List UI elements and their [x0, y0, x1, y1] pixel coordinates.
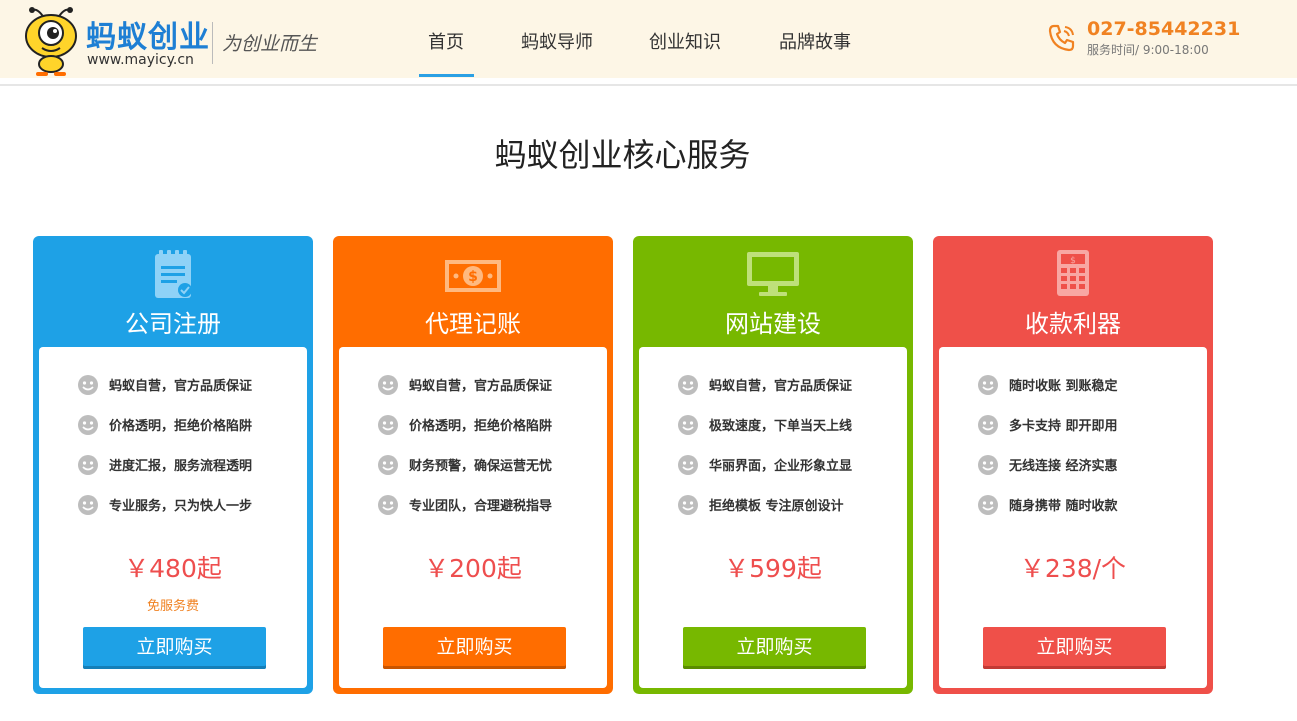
- smiley-icon: [978, 375, 998, 395]
- smiley-icon: [678, 455, 698, 475]
- money-icon: $: [445, 260, 501, 292]
- smiley-icon: [78, 455, 98, 475]
- smiley-icon: [678, 375, 698, 395]
- smiley-icon: [78, 415, 98, 435]
- nav-item-mentors[interactable]: 蚂蚁导师: [521, 28, 593, 54]
- buy-button[interactable]: 立即购买: [683, 627, 866, 669]
- feature-text: 拒绝模板 专注原创设计: [709, 499, 844, 514]
- monitor-icon: [747, 252, 799, 296]
- smiley-icon: [78, 375, 98, 395]
- card-title: 收款利器: [1025, 310, 1121, 338]
- smiley-icon: [978, 495, 998, 515]
- card-title: 代理记账: [425, 310, 521, 338]
- feature-text: 价格透明，拒绝价格陷阱: [409, 419, 553, 434]
- service-card-payment-terminal: $ 收款利器 随时收账 到账稳定 多卡支持 即开即用 无线连接 经济实惠 随身携…: [933, 236, 1213, 694]
- card-body: 随时收账 到账稳定 多卡支持 即开即用 无线连接 经济实惠 随身携带 随时收款 …: [939, 347, 1207, 688]
- feature-text: 蚂蚁自营，官方品质保证: [109, 379, 253, 394]
- feature-text: 无线连接 经济实惠: [1009, 459, 1118, 474]
- feature-text: 极致速度，下单当天上线: [709, 419, 853, 434]
- feature-text: 价格透明，拒绝价格陷阱: [109, 419, 253, 434]
- phone-number: 027-85442231: [1087, 18, 1241, 40]
- price-note: 免服务费: [146, 599, 199, 614]
- service-hours: 服务时间/ 9:00-18:00: [1087, 43, 1209, 57]
- logo-divider: [212, 22, 213, 64]
- feature-text: 多卡支持 即开即用: [1009, 419, 1118, 434]
- ant-mascot-icon: [25, 7, 77, 76]
- site-header: 蚂蚁创业 www.mayicy.cn 为创业而生 首页 蚂蚁导师 创业知识 品牌…: [0, 0, 1297, 78]
- feature-text: 蚂蚁自营，官方品质保证: [409, 379, 553, 394]
- calculator-icon: $: [1057, 250, 1089, 296]
- buy-button[interactable]: 立即购买: [83, 627, 266, 669]
- feature-text: 华丽界面，企业形象立显: [709, 459, 853, 474]
- buy-button[interactable]: 立即购买: [383, 627, 566, 669]
- section-title: 蚂蚁创业核心服务: [494, 136, 751, 174]
- svg-text:$: $: [1070, 256, 1076, 266]
- nav-item-home[interactable]: 首页: [428, 28, 464, 54]
- card-title: 公司注册: [125, 310, 221, 338]
- feature-text: 专业团队，合理避税指导: [409, 499, 553, 514]
- feature-text: 随时收账 到账稳定: [1009, 379, 1118, 394]
- card-body: 蚂蚁自营，官方品质保证 价格透明，拒绝价格陷阱 财务预警，确保运营无忧 专业团队…: [339, 347, 607, 688]
- card-body: 蚂蚁自营，官方品质保证 价格透明，拒绝价格陷阱 进度汇报，服务流程透明 专业服务…: [39, 347, 307, 688]
- smiley-icon: [378, 415, 398, 435]
- slogan: 为创业而生: [222, 33, 318, 55]
- smiley-icon: [678, 415, 698, 435]
- smiley-icon: [78, 495, 98, 515]
- smiley-icon: [378, 495, 398, 515]
- logo-name: 蚂蚁创业: [86, 20, 210, 55]
- feature-text: 随身携带 随时收款: [1009, 499, 1118, 514]
- nav-item-brand-story[interactable]: 品牌故事: [779, 28, 851, 54]
- phone-icon: [1048, 24, 1075, 52]
- feature-text: 蚂蚁自营，官方品质保证: [709, 379, 853, 394]
- smiley-icon: [378, 455, 398, 475]
- price: ￥200起: [424, 554, 522, 583]
- smiley-icon: [678, 495, 698, 515]
- price: ￥238/个: [1019, 554, 1127, 583]
- feature-text: 专业服务，只为快人一步: [109, 499, 253, 514]
- buy-button[interactable]: 立即购买: [983, 627, 1166, 669]
- feature-text: 财务预警，确保运营无忧: [409, 459, 553, 474]
- smiley-icon: [978, 455, 998, 475]
- site-logo[interactable]: 蚂蚁创业 www.mayicy.cn: [22, 6, 222, 76]
- clipboard-icon: [155, 250, 192, 298]
- feature-text: 进度汇报，服务流程透明: [109, 459, 253, 474]
- card-body: 蚂蚁自营，官方品质保证 极致速度，下单当天上线 华丽界面，企业形象立显 拒绝模板…: [639, 347, 907, 688]
- smiley-icon: [978, 415, 998, 435]
- nav-item-knowledge[interactable]: 创业知识: [649, 28, 721, 54]
- header-divider: [0, 84, 1297, 86]
- card-title: 网站建设: [725, 310, 821, 338]
- service-card-website-building: 网站建设 蚂蚁自营，官方品质保证 极致速度，下单当天上线 华丽界面，企业形象立显…: [633, 236, 913, 694]
- service-card-bookkeeping: $ 代理记账 蚂蚁自营，官方品质保证 价格透明，拒绝价格陷阱 财务预警，确保运营…: [333, 236, 613, 694]
- logo-url: www.mayicy.cn: [87, 52, 194, 68]
- smiley-icon: [378, 375, 398, 395]
- svg-text:$: $: [468, 269, 478, 285]
- nav-active-indicator: [419, 74, 474, 77]
- service-card-company-registration: 公司注册 蚂蚁自营，官方品质保证 价格透明，拒绝价格陷阱 进度汇报，服务流程透明…: [33, 236, 313, 694]
- price: ￥599起: [724, 554, 822, 583]
- price: ￥480起: [124, 554, 222, 583]
